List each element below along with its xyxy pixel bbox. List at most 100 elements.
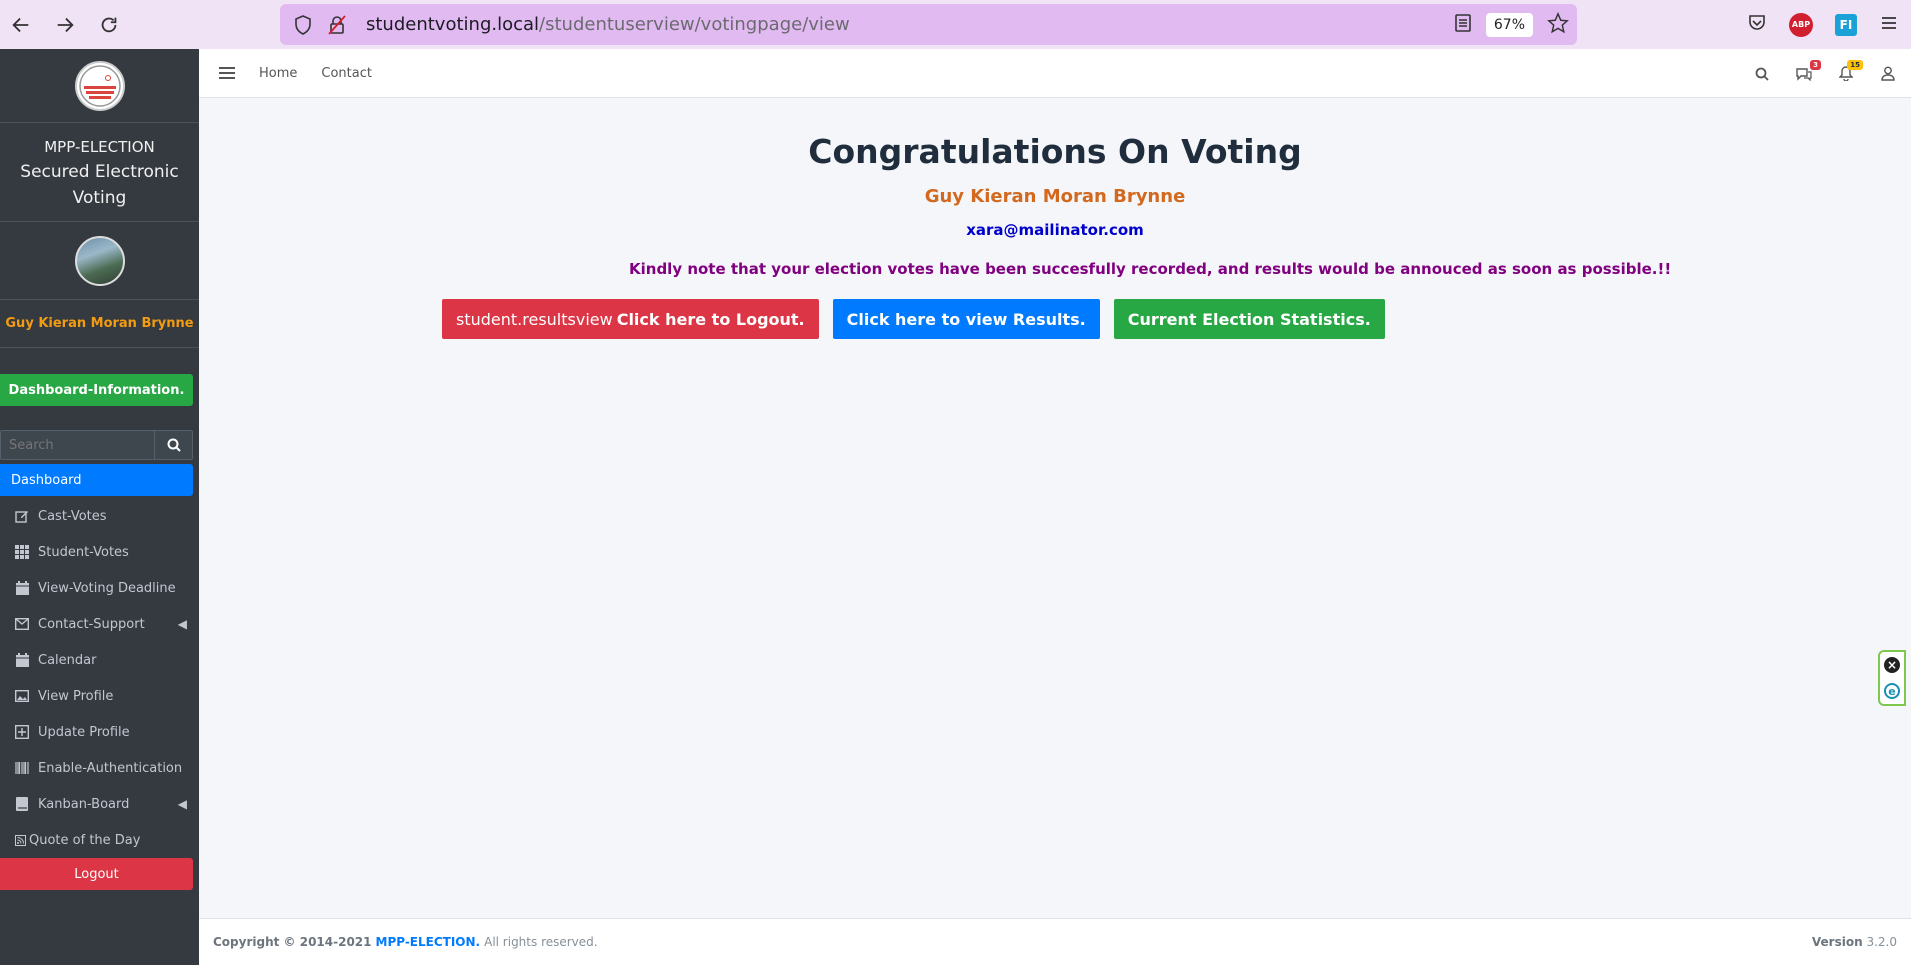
sidebar-search-input[interactable] bbox=[1, 431, 154, 459]
nav-contact-link[interactable]: Contact bbox=[321, 66, 372, 81]
sidebar-item-label: View Profile bbox=[38, 688, 114, 704]
hamburger-menu-icon[interactable] bbox=[219, 67, 235, 79]
search-icon bbox=[167, 438, 181, 452]
footer-rights: All rights reserved. bbox=[484, 935, 598, 949]
sidebar-item-label: Kanban-Board bbox=[38, 796, 130, 812]
sidebar-item-student-votes[interactable]: Student-Votes bbox=[0, 534, 193, 570]
sidebar-item-view-profile[interactable]: View Profile bbox=[0, 678, 193, 714]
election-statistics-button[interactable]: Current Election Statistics. bbox=[1113, 299, 1385, 339]
brand-text: MPP-ELECTION Secured Electronic Voting bbox=[0, 123, 199, 222]
forward-arrow-icon bbox=[57, 17, 74, 32]
sidebar-logout-button[interactable]: Logout bbox=[0, 858, 193, 890]
browser-extensions: ABP FI bbox=[1747, 0, 1899, 49]
page-title: Congratulations On Voting bbox=[808, 132, 1302, 171]
footer-version: Version 3.2.0 bbox=[1812, 935, 1897, 949]
brand-logo bbox=[74, 60, 125, 111]
sidebar-item-label: Update Profile bbox=[38, 724, 130, 740]
sidebar-item-quote-of-the-day[interactable]: Quote of the Day bbox=[0, 822, 193, 858]
footer-brand-link[interactable]: MPP-ELECTION. bbox=[376, 935, 481, 949]
voter-name: Guy Kieran Moran Brynne bbox=[924, 186, 1186, 207]
vote-recorded-note: Kindly note that your election votes hav… bbox=[629, 260, 1672, 278]
sidebar-item-label: Calendar bbox=[38, 652, 97, 668]
logout-button[interactable]: student.resultsview Click here to Logout… bbox=[442, 299, 819, 339]
menu-icon[interactable] bbox=[1879, 13, 1899, 37]
barcode-icon bbox=[15, 761, 29, 775]
sidebar-item-label: View-Voting Deadline bbox=[38, 580, 176, 596]
search-button[interactable] bbox=[154, 431, 192, 459]
notifications-count-badge: 15 bbox=[1847, 59, 1863, 70]
url-path: /studentuserview/votingpage/view bbox=[539, 14, 850, 35]
adblock-icon[interactable]: ABP bbox=[1789, 12, 1813, 37]
bell-icon[interactable]: 15 bbox=[1837, 59, 1863, 83]
sidebar-item-view-voting-deadline[interactable]: View-Voting Deadline bbox=[0, 570, 193, 606]
sidebar-user-name[interactable]: Guy Kieran Moran Brynne bbox=[0, 300, 199, 348]
user-panel bbox=[0, 222, 199, 300]
sidebar-item-label: Quote of the Day bbox=[29, 832, 141, 848]
footer-version-label: Version bbox=[1811, 935, 1863, 949]
footer-version-number: 3.2.0 bbox=[1866, 935, 1897, 949]
bookmark-star-icon[interactable] bbox=[1547, 11, 1569, 38]
main-content: Congratulations On Voting Guy Kieran Mor… bbox=[199, 98, 1911, 918]
close-icon[interactable]: × bbox=[1884, 657, 1900, 673]
back-button[interactable] bbox=[2, 6, 40, 44]
logout-button-label: Click here to Logout. bbox=[616, 309, 805, 329]
sidebar-item-label: Student-Votes bbox=[38, 544, 129, 560]
book-icon bbox=[15, 797, 29, 811]
reader-view-icon[interactable] bbox=[1454, 13, 1472, 37]
search-icon[interactable] bbox=[1753, 65, 1771, 83]
sidebar-item-label: Contact-Support bbox=[38, 616, 145, 632]
browser-toolbar: studentvoting.local/studentuserview/voti… bbox=[0, 0, 1911, 49]
back-arrow-icon bbox=[12, 17, 29, 32]
calendar-icon bbox=[15, 653, 29, 667]
grid-icon bbox=[15, 545, 29, 559]
action-buttons: student.resultsview Click here to Logout… bbox=[442, 299, 1385, 339]
calendar-icon bbox=[15, 581, 29, 595]
avatar[interactable] bbox=[74, 235, 125, 286]
sidebar-item-contact-support[interactable]: Contact-Support ◀ bbox=[0, 606, 193, 642]
sidebar-item-label: Dashboard bbox=[11, 472, 82, 488]
image-icon bbox=[15, 689, 29, 703]
voter-email: xara@mailinator.com bbox=[966, 221, 1144, 239]
messages-icon[interactable]: 3 bbox=[1795, 59, 1821, 83]
top-navbar: Home Contact 3 15 bbox=[199, 49, 1911, 98]
url-host: studentvoting.local bbox=[366, 14, 540, 35]
chevron-left-icon: ◀ bbox=[177, 797, 187, 811]
sidebar-item-update-profile[interactable]: Update Profile bbox=[0, 714, 193, 750]
sidebar-item-label: Cast-Votes bbox=[38, 508, 107, 524]
sidebar-menu: Dashboard Cast-Votes Student-Votes View-… bbox=[0, 464, 199, 890]
navbar-actions: 3 15 bbox=[1753, 49, 1897, 98]
footer: Copyright © 2014-2021 MPP-ELECTION. All … bbox=[199, 918, 1911, 965]
user-icon[interactable] bbox=[1879, 65, 1897, 83]
shield-icon[interactable] bbox=[292, 14, 314, 36]
brand-name: MPP-ELECTION bbox=[44, 138, 155, 156]
pocket-icon[interactable] bbox=[1747, 13, 1767, 37]
chevron-left-icon: ◀ bbox=[177, 617, 187, 631]
reload-icon bbox=[101, 17, 117, 32]
extension-fi-icon[interactable]: FI bbox=[1835, 13, 1857, 36]
brand-tagline: Secured Electronic Voting bbox=[20, 162, 179, 208]
forward-button[interactable] bbox=[46, 6, 84, 44]
view-results-button[interactable]: Click here to view Results. bbox=[832, 299, 1100, 339]
plus-square-icon bbox=[15, 725, 29, 739]
insecure-lock-icon[interactable] bbox=[326, 14, 348, 36]
sidebar-item-calendar[interactable]: Calendar bbox=[0, 642, 193, 678]
url-actions: 67% bbox=[1454, 4, 1569, 45]
extension-e-icon[interactable]: e bbox=[1884, 683, 1900, 699]
nav-home-link[interactable]: Home bbox=[259, 66, 297, 81]
dashboard-information-button[interactable]: Dashboard-Information. bbox=[0, 374, 193, 406]
messages-count-badge: 3 bbox=[1810, 59, 1821, 70]
sidebar-item-kanban-board[interactable]: Kanban-Board ◀ bbox=[0, 786, 193, 822]
footer-copyright: Copyright © 2014-2021 bbox=[213, 935, 372, 949]
zoom-level[interactable]: 67% bbox=[1485, 12, 1533, 37]
brand-logo-area[interactable] bbox=[0, 49, 199, 123]
sidebar: MPP-ELECTION Secured Electronic Voting G… bbox=[0, 49, 199, 965]
logout-button-prefix: student.resultsview bbox=[456, 309, 613, 329]
sidebar-item-enable-authentication[interactable]: Enable-Authentication bbox=[0, 750, 193, 786]
sidebar-item-dashboard[interactable]: Dashboard bbox=[0, 464, 193, 496]
sidebar-item-label: Enable-Authentication bbox=[38, 760, 183, 776]
url-text[interactable]: studentvoting.local/studentuserview/voti… bbox=[366, 14, 850, 35]
sidebar-item-cast-votes[interactable]: Cast-Votes bbox=[0, 498, 193, 534]
address-bar[interactable]: studentvoting.local/studentuserview/voti… bbox=[280, 4, 1577, 45]
reload-button[interactable] bbox=[90, 6, 128, 44]
edit-icon bbox=[15, 509, 29, 523]
